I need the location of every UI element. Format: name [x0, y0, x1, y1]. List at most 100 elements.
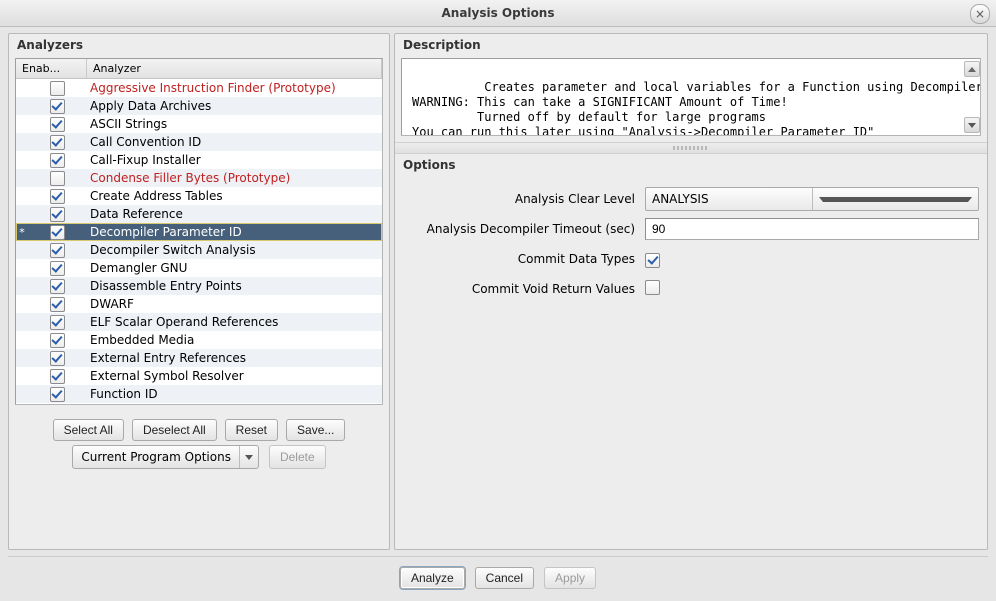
analyzers-table: Enab... Analyzer Aggressive Instruction …	[15, 58, 383, 405]
close-icon[interactable]: ×	[970, 4, 990, 24]
timeout-label: Analysis Decompiler Timeout (sec)	[403, 222, 645, 236]
analyzer-name: Call Convention ID	[86, 135, 382, 149]
table-row[interactable]: Create Address Tables	[16, 187, 382, 205]
analyzer-name: External Entry References	[86, 351, 382, 365]
analyzer-name: Data Reference	[86, 207, 382, 221]
clear-level-label: Analysis Clear Level	[403, 192, 645, 206]
table-row[interactable]: Apply Data Archives	[16, 97, 382, 115]
commit-types-checkbox[interactable]	[645, 253, 660, 268]
timeout-row: Analysis Decompiler Timeout (sec)	[403, 214, 979, 244]
analyzer-options-row: Current Program Options Delete	[9, 445, 389, 469]
timeout-input[interactable]	[645, 218, 979, 240]
analyzer-enabled-checkbox[interactable]	[50, 99, 65, 114]
analyzer-enabled-cell	[28, 153, 86, 168]
analysis-options-window: Analysis Options × Analyzers Enab... Ana…	[0, 0, 996, 601]
analyzer-enabled-cell	[28, 315, 86, 330]
table-row[interactable]: Demangler GNU	[16, 259, 382, 277]
analyzer-enabled-checkbox[interactable]	[50, 153, 65, 168]
analyzer-enabled-checkbox[interactable]	[50, 225, 65, 240]
table-row[interactable]: External Entry References	[16, 349, 382, 367]
right-panel: Description Creates parameter and local …	[394, 33, 988, 550]
table-row[interactable]: Decompiler Switch Analysis	[16, 241, 382, 259]
analyzer-enabled-cell	[28, 117, 86, 132]
analyzer-enabled-cell	[28, 351, 86, 366]
analyzer-name: Create Address Tables	[86, 189, 382, 203]
analyzer-enabled-cell	[28, 225, 86, 240]
scroll-up-icon[interactable]	[964, 61, 980, 77]
split-grip[interactable]	[395, 142, 987, 154]
commit-types-row: Commit Data Types	[403, 244, 979, 274]
table-row[interactable]: DWARF	[16, 295, 382, 313]
window-title: Analysis Options	[441, 6, 554, 20]
table-row[interactable]: ASCII Strings	[16, 115, 382, 133]
table-row[interactable]: ELF Scalar Operand References	[16, 313, 382, 331]
analyzer-enabled-checkbox[interactable]	[50, 387, 65, 402]
commit-void-label: Commit Void Return Values	[403, 282, 645, 296]
analyzer-enabled-checkbox[interactable]	[50, 135, 65, 150]
analyzers-table-body[interactable]: Aggressive Instruction Finder (Prototype…	[16, 79, 382, 404]
table-row[interactable]: Data Reference	[16, 205, 382, 223]
reset-button[interactable]: Reset	[225, 419, 278, 441]
analyzer-enabled-checkbox[interactable]	[50, 261, 65, 276]
analyzer-enabled-checkbox[interactable]	[50, 243, 65, 258]
analyzer-enabled-cell	[28, 387, 86, 402]
description-scrollbar[interactable]	[964, 61, 978, 133]
table-row[interactable]: Call-Fixup Installer	[16, 151, 382, 169]
select-all-button[interactable]: Select All	[53, 419, 124, 441]
column-analyzer[interactable]: Analyzer	[87, 59, 382, 78]
row-marker: *	[16, 226, 28, 239]
cancel-button[interactable]: Cancel	[475, 567, 534, 589]
analyzer-enabled-checkbox[interactable]	[50, 315, 65, 330]
analyzer-enabled-cell	[28, 261, 86, 276]
analyzers-table-header: Enab... Analyzer	[16, 59, 382, 79]
program-options-combo[interactable]: Current Program Options	[72, 445, 259, 469]
clear-level-select[interactable]: ANALYSIS	[645, 187, 979, 211]
analyzer-enabled-cell	[28, 243, 86, 258]
analyzer-enabled-checkbox[interactable]	[50, 279, 65, 294]
analyzer-enabled-cell	[28, 135, 86, 150]
analyzer-enabled-checkbox[interactable]	[50, 171, 65, 186]
table-row[interactable]: Function Start Search	[16, 403, 382, 404]
analyzer-enabled-cell	[28, 369, 86, 384]
commit-void-row: Commit Void Return Values	[403, 274, 979, 304]
description-box: Creates parameter and local variables fo…	[401, 58, 981, 136]
table-row[interactable]: Condense Filler Bytes (Prototype)	[16, 169, 382, 187]
delete-button: Delete	[269, 445, 326, 469]
table-row[interactable]: Disassemble Entry Points	[16, 277, 382, 295]
program-options-label: Current Program Options	[73, 450, 239, 464]
column-enabled[interactable]: Enab...	[16, 59, 87, 78]
apply-button: Apply	[544, 567, 596, 589]
analyzer-enabled-cell	[28, 81, 86, 96]
analyzer-enabled-checkbox[interactable]	[50, 333, 65, 348]
analyzer-enabled-cell	[28, 279, 86, 294]
chevron-down-icon	[812, 188, 979, 210]
clear-level-row: Analysis Clear Level ANALYSIS	[403, 184, 979, 214]
analyze-button[interactable]: Analyze	[400, 567, 465, 589]
table-row[interactable]: Embedded Media	[16, 331, 382, 349]
analyzers-title: Analyzers	[9, 34, 389, 58]
analyzer-enabled-checkbox[interactable]	[50, 189, 65, 204]
deselect-all-button[interactable]: Deselect All	[132, 419, 217, 441]
analyzer-enabled-checkbox[interactable]	[50, 117, 65, 132]
analyzer-enabled-checkbox[interactable]	[50, 351, 65, 366]
table-row[interactable]: Aggressive Instruction Finder (Prototype…	[16, 79, 382, 97]
analyzer-enabled-checkbox[interactable]	[50, 81, 65, 96]
analyzer-enabled-checkbox[interactable]	[50, 207, 65, 222]
client-area: Analyzers Enab... Analyzer Aggressive In…	[0, 27, 996, 601]
analyzer-name: Call-Fixup Installer	[86, 153, 382, 167]
analyzer-name: Condense Filler Bytes (Prototype)	[86, 171, 382, 185]
table-row[interactable]: External Symbol Resolver	[16, 367, 382, 385]
titlebar: Analysis Options ×	[0, 0, 996, 27]
analyzer-name: Embedded Media	[86, 333, 382, 347]
analyzer-enabled-cell	[28, 207, 86, 222]
table-row[interactable]: Function ID	[16, 385, 382, 403]
scroll-down-icon[interactable]	[964, 117, 980, 133]
table-row[interactable]: *Decompiler Parameter ID	[16, 223, 382, 241]
analyzer-enabled-checkbox[interactable]	[50, 297, 65, 312]
options-title: Options	[395, 154, 987, 178]
save-button[interactable]: Save...	[286, 419, 345, 441]
analyzer-enabled-checkbox[interactable]	[50, 369, 65, 384]
commit-void-checkbox[interactable]	[645, 280, 660, 295]
table-row[interactable]: Call Convention ID	[16, 133, 382, 151]
split-pane: Analyzers Enab... Analyzer Aggressive In…	[8, 33, 988, 550]
